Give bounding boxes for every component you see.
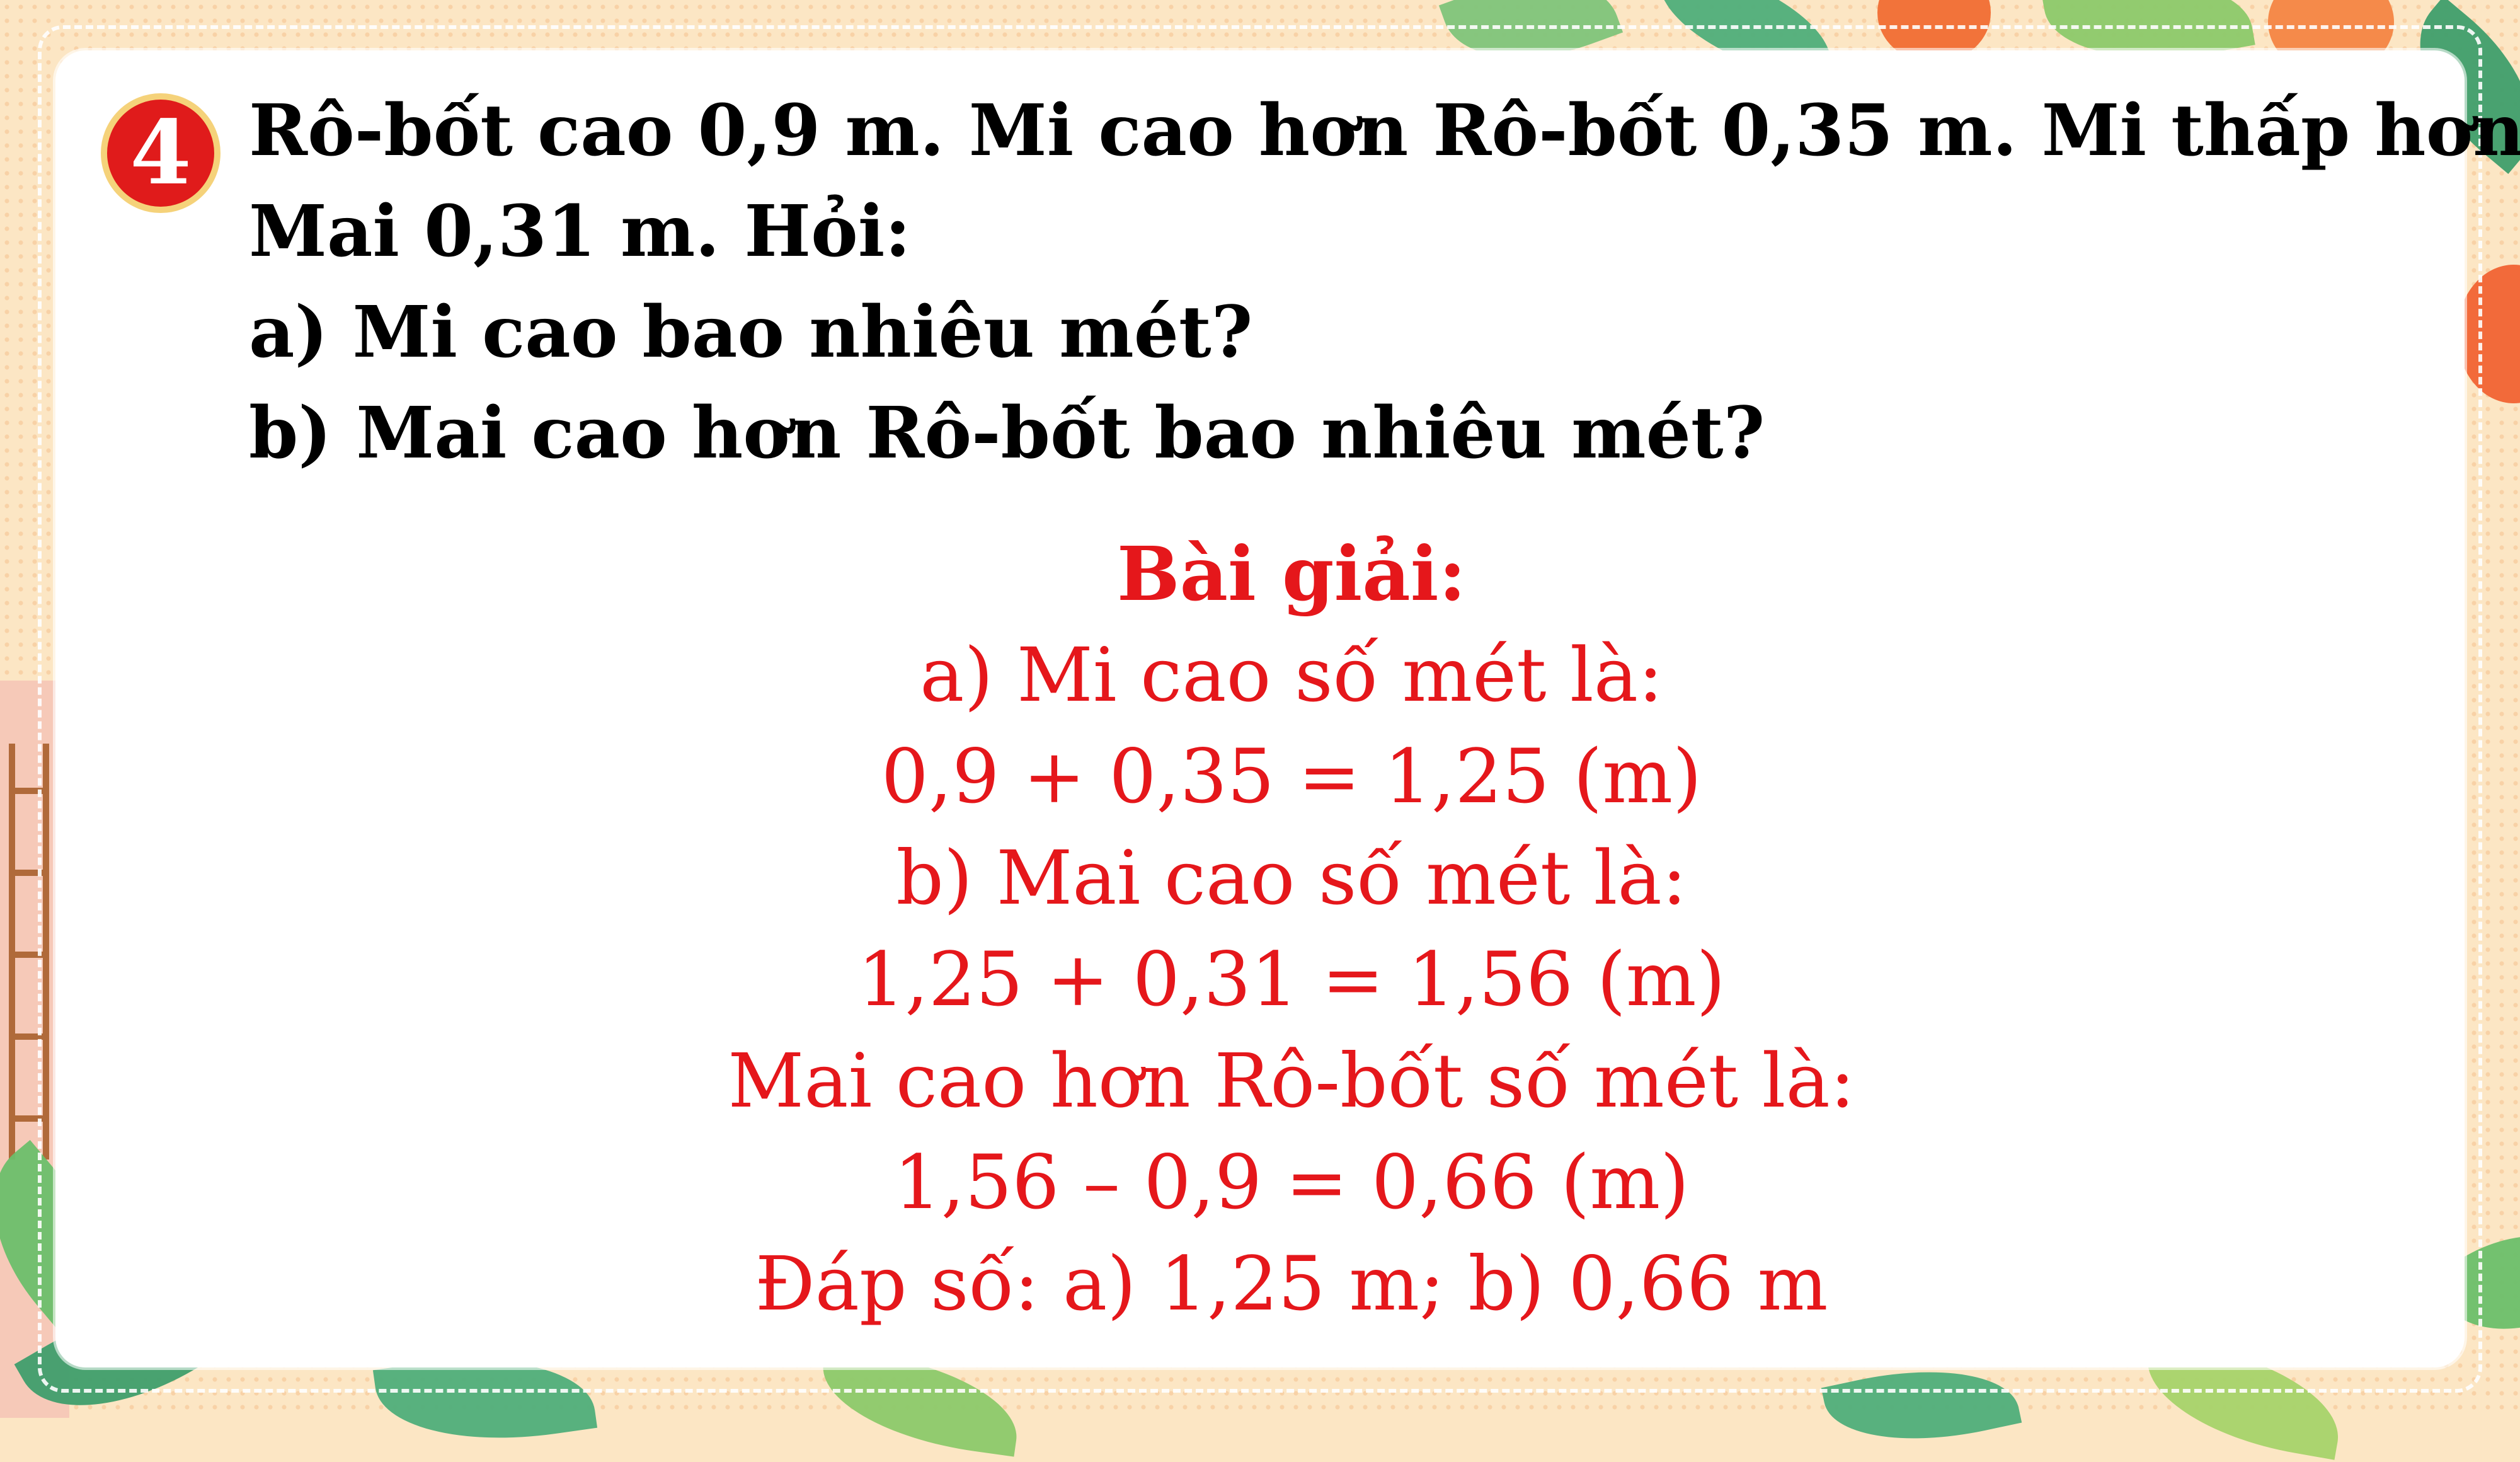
question-line: Rô-bốt cao 0,9 m. Mi cao hơn Rô-bốt 0,35… <box>249 89 2520 172</box>
solution-line: 1,25 + 0,31 = 1,56 (m) <box>857 936 1726 1023</box>
question-text: Rô-bốt cao 0,9 m. Mi cao hơn Rô-bốt 0,35… <box>249 81 2520 484</box>
question-line-b: b) Mai cao hơn Rô-bốt bao nhiêu mét? <box>249 392 1765 475</box>
exercise-number: 4 <box>130 101 192 205</box>
exercise-number-badge: 4 <box>101 93 220 213</box>
solution-block: Bài giải: a) Mi cao số mét là: 0,9 + 0,3… <box>441 523 2142 1335</box>
solution-line: 1,56 – 0,9 = 0,66 (m) <box>893 1139 1690 1226</box>
solution-line: b) Mai cao số mét là: <box>896 834 1687 921</box>
question-line-a: a) Mi cao bao nhiêu mét? <box>249 291 1253 374</box>
answer-line: Đáp số: a) 1,25 m; b) 0,66 m <box>755 1240 1828 1327</box>
solution-title: Bài giải: <box>1116 530 1467 618</box>
solution-line: 0,9 + 0,35 = 1,25 (m) <box>881 733 1702 820</box>
solution-line: Mai cao hơn Rô-bốt số mét là: <box>728 1037 1855 1124</box>
question-line: Mai 0,31 m. Hỏi: <box>249 190 911 273</box>
solution-line: a) Mi cao số mét là: <box>920 631 1663 718</box>
